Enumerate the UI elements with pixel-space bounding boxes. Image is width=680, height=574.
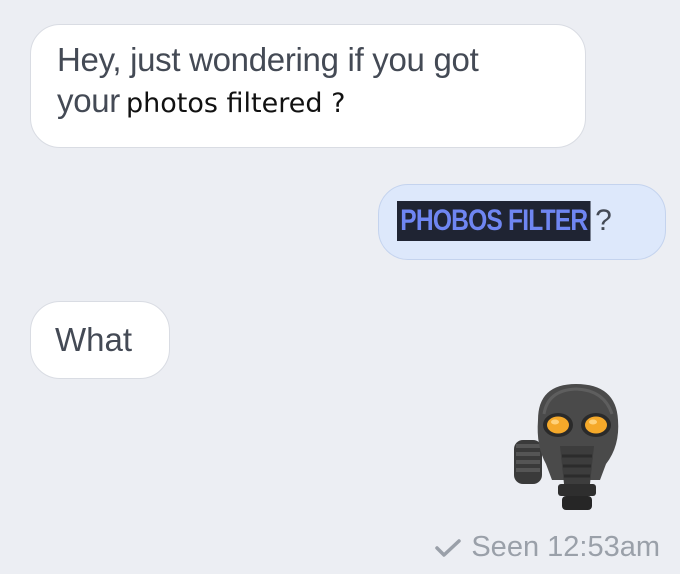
message-text-prefix: your xyxy=(57,82,120,119)
checkmark-icon xyxy=(435,538,462,557)
outgoing-message-bubble[interactable]: PHOBOS FILTER? xyxy=(378,184,666,260)
incoming-message-bubble[interactable]: What xyxy=(30,301,170,379)
overlaid-text: photos filtered ? xyxy=(126,88,346,119)
incoming-message-bubble[interactable]: Hey, just wondering if you got your photo… xyxy=(30,24,586,148)
message-text-line: your photos filtered ? xyxy=(57,80,561,124)
gas-mask-sticker[interactable] xyxy=(508,380,638,515)
message-text-line: Hey, just wondering if you got xyxy=(57,41,479,78)
highlighted-text: PHOBOS FILTER xyxy=(397,201,591,241)
read-receipt: Seen 12:53am xyxy=(435,531,660,564)
gas-mask-icon xyxy=(514,384,619,510)
message-text: What xyxy=(55,321,133,358)
message-text-suffix: ? xyxy=(595,204,612,237)
seen-timestamp: Seen 12:53am xyxy=(471,531,660,563)
